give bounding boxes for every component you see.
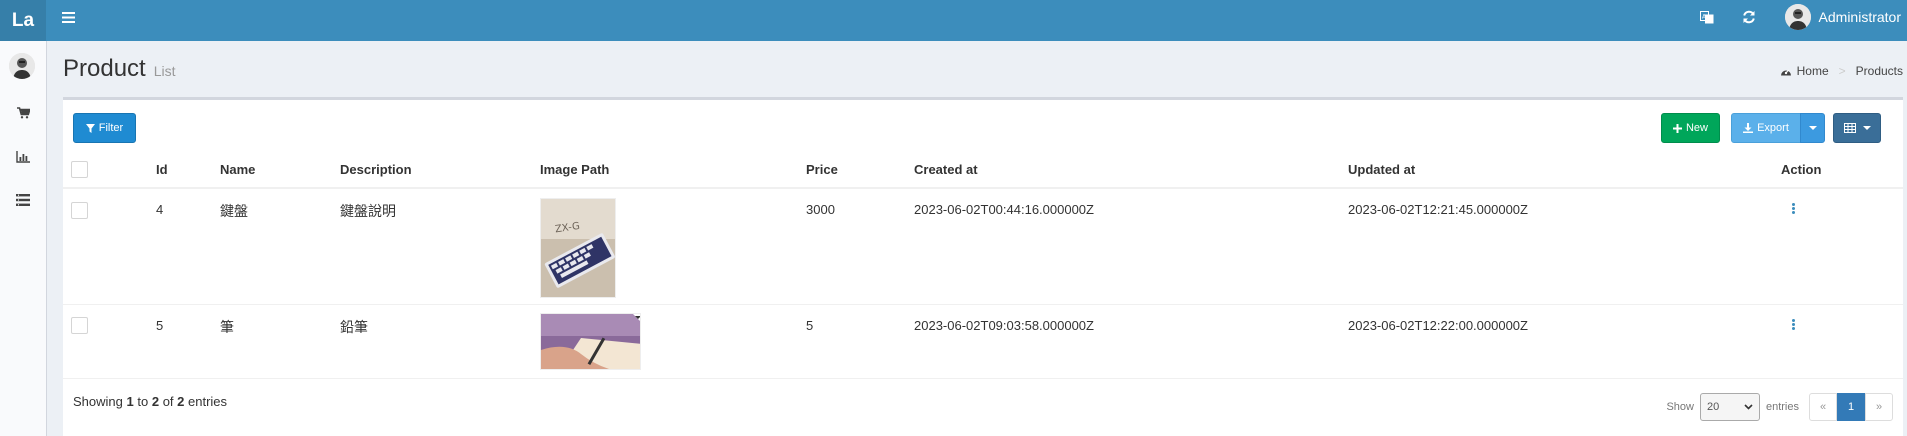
summary-to: 2 <box>151 394 160 409</box>
user-name: Administrator <box>1818 9 1901 25</box>
column-header-action: Action <box>1781 162 1822 177</box>
columns-selector-button[interactable] <box>1833 113 1881 143</box>
filter-button[interactable]: Filter <box>73 113 136 143</box>
summary-from: 1 <box>126 394 134 409</box>
show-label: Show <box>1666 401 1694 413</box>
column-header-image-path[interactable]: Image Path <box>540 162 609 177</box>
column-header-created-at[interactable]: Created at <box>914 162 978 177</box>
cell-id: 4 <box>156 202 164 217</box>
cell-description: 鉛筆 <box>340 319 368 335</box>
plus-icon <box>1672 123 1682 133</box>
sidebar-item-charts[interactable] <box>0 143 46 173</box>
cell-description: 鍵盤說明 <box>340 203 396 219</box>
cell-name: 鍵盤 <box>220 203 248 219</box>
cell-updated-at: 2023-06-02T12:21:45.000000Z <box>1348 202 1528 217</box>
export-label: Export <box>1757 122 1789 134</box>
column-header-price[interactable]: Price <box>806 162 838 177</box>
translate-icon[interactable]: A <box>1697 8 1717 26</box>
list-icon <box>16 193 30 209</box>
product-image-pencil[interactable] <box>540 313 641 370</box>
column-header-updated-at[interactable]: Updated at <box>1348 162 1415 177</box>
sidebar-item-list[interactable] <box>0 186 46 216</box>
breadcrumb-separator: > <box>1838 64 1846 78</box>
top-navbar: La A Administrator <box>0 0 1907 41</box>
per-page-value: 20 <box>1706 401 1720 413</box>
summary-entries-word: entries <box>188 394 228 409</box>
summary-total: 2 <box>177 394 185 409</box>
summary-prefix: Showing <box>73 394 123 409</box>
cell-price: 5 <box>806 318 814 333</box>
column-header-description[interactable]: Description <box>340 162 412 177</box>
column-header-id[interactable]: Id <box>156 162 168 177</box>
pagination-page-1[interactable]: 1 <box>1837 393 1865 421</box>
dashboard-icon <box>1780 66 1792 77</box>
breadcrumb-current: Products <box>1855 64 1903 78</box>
select-all-checkbox[interactable] <box>71 161 88 178</box>
entries-label: entries <box>1765 401 1799 413</box>
sidebar <box>0 41 47 436</box>
cell-created-at: 2023-06-02T00:44:16.000000Z <box>914 202 1094 217</box>
cell-updated-at: 2023-06-02T12:22:00.000000Z <box>1348 318 1528 333</box>
per-page-select[interactable]: 20 <box>1699 393 1760 421</box>
cell-created-at: 2023-06-02T09:03:58.000000Z <box>914 318 1094 333</box>
table-row: 5 筆 鉛筆 5 2023-06-02T09:03:58.000000Z 202… <box>63 305 1903 379</box>
pagination-next[interactable]: » <box>1865 393 1893 421</box>
breadcrumb-home[interactable]: Home <box>1797 64 1829 78</box>
download-icon <box>1743 123 1754 133</box>
sidebar-item-products[interactable] <box>0 99 46 129</box>
filter-label: Filter <box>98 122 124 134</box>
content-header: Product List Home > Products <box>63 55 1903 95</box>
breadcrumb: Home > Products <box>1780 64 1903 78</box>
summary-to-word: to <box>137 394 149 409</box>
export-dropdown-toggle[interactable] <box>1800 113 1825 143</box>
table-header-row: Id Name Description Image Path Price Cre… <box>63 151 1903 189</box>
summary-of-word: of <box>162 394 174 409</box>
cart-icon <box>16 106 31 122</box>
row-action-menu[interactable] <box>1792 202 1795 214</box>
pagination-summary: Showing 1 to 2 of 2 entries <box>73 394 227 409</box>
caret-down-icon <box>1862 126 1871 130</box>
row-checkbox[interactable] <box>71 317 88 334</box>
avatar <box>1784 4 1811 30</box>
new-button[interactable]: New <box>1661 113 1720 143</box>
chevron-down-icon <box>1744 404 1753 410</box>
table-row: 4 鍵盤 鍵盤說明 ZX-G 3000 2023-06-02T00:44:16.… <box>63 189 1903 305</box>
filter-icon <box>85 123 95 133</box>
app-logo[interactable]: La <box>0 0 46 41</box>
sidebar-avatar <box>9 53 35 79</box>
caret-down-icon <box>1808 126 1817 130</box>
export-button[interactable]: Export <box>1731 113 1801 143</box>
table-icon <box>1843 123 1856 133</box>
product-list-box: Filter New Export Id Name Description Im… <box>63 97 1903 436</box>
pagination-prev[interactable]: « <box>1809 393 1837 421</box>
column-header-name[interactable]: Name <box>220 162 255 177</box>
pagination: Show 20 entries « 1 » <box>1666 393 1893 421</box>
new-label: New <box>1685 122 1708 134</box>
hamburger-icon[interactable] <box>56 0 80 34</box>
row-checkbox[interactable] <box>71 202 88 219</box>
cell-price: 3000 <box>806 202 835 217</box>
cell-name: 筆 <box>220 319 234 335</box>
row-action-menu[interactable] <box>1792 318 1795 330</box>
cell-id: 5 <box>156 318 164 333</box>
product-image-keyboard[interactable]: ZX-G <box>540 198 616 298</box>
refresh-icon[interactable] <box>1739 8 1759 26</box>
page-subtitle: List <box>153 63 176 79</box>
bar-chart-icon <box>16 150 30 166</box>
user-menu[interactable]: Administrator <box>1784 0 1907 34</box>
page-title: Product <box>63 55 146 82</box>
